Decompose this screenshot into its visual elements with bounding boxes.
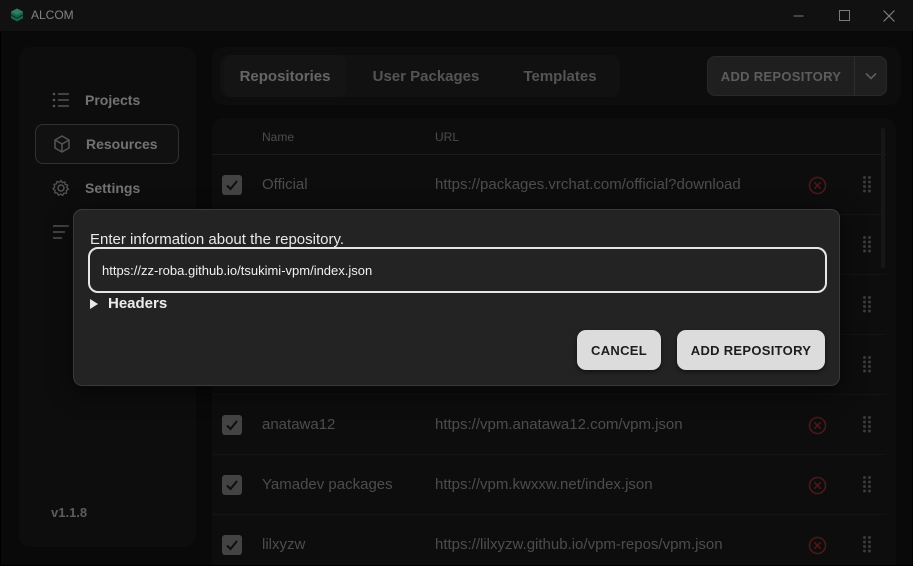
- triangle-right-icon: [90, 298, 98, 309]
- repository-url-input[interactable]: [88, 247, 827, 293]
- dialog-prompt: Enter information about the repository.: [90, 231, 345, 248]
- add-repository-dialog: Enter information about the repository. …: [73, 209, 840, 386]
- headers-disclosure[interactable]: Headers: [90, 295, 167, 312]
- headers-label: Headers: [108, 295, 168, 312]
- cancel-button[interactable]: CANCEL: [577, 330, 661, 370]
- confirm-add-repository-button[interactable]: ADD REPOSITORY: [677, 330, 825, 370]
